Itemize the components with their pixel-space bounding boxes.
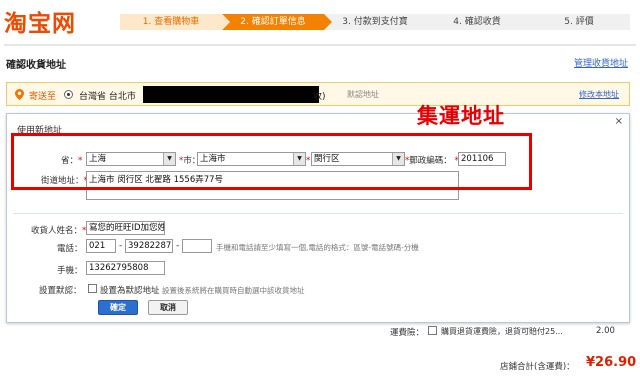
recipient-name-input[interactable]: 寫您的旺旺ID加您姓名 — [86, 221, 165, 235]
current-address-bar[interactable]: 寄送至 台灣省 台北市 收) 默認地址 修改本地址 — [6, 82, 630, 106]
step-pay-alipay: 3. 付款到支付寶 — [324, 14, 426, 30]
default-address-tag: 默認地址 — [347, 90, 379, 99]
step-label: 4. 確認收貨 — [453, 17, 501, 27]
ship-to-label: 寄送至 — [29, 92, 57, 102]
phone-format-hint: 手機和電話請至少填寫一個,電話的格式：區號-電話號碼-分機 — [216, 243, 419, 252]
step-label: 2. 確認訂單信息 — [240, 17, 306, 27]
address-radio[interactable] — [64, 90, 73, 99]
section-title: 確認收貨地址 — [6, 60, 66, 71]
freight-insurance-value: 2.00 — [596, 326, 615, 336]
freight-insurance-text: 購買退貨運費險，退貨可賠付25... — [441, 327, 563, 336]
step-label: 1. 查看購物車 — [142, 17, 200, 27]
highlight-box — [11, 133, 532, 190]
step-review: 5. 評價 — [528, 14, 630, 30]
consolidated-shipping-annotation: 集運地址 — [417, 104, 505, 128]
checkout-steps: 1. 查看購物車 2. 確認訂單信息 3. 付款到支付寶 4. 確認收貨 5. … — [120, 14, 630, 30]
shop-total-value: ¥26.90 — [586, 355, 637, 370]
step-label: 5. 評價 — [564, 17, 594, 27]
dialog-divider — [13, 213, 623, 214]
taobao-logo[interactable]: 淘宝网 — [4, 4, 76, 38]
phone-dash: - — [119, 241, 123, 251]
set-default-hint: 設置後系統將在購買時自動選中該收貨地址 — [162, 286, 305, 295]
set-default-checkbox-label: 設置為默認地址 — [100, 286, 160, 296]
manage-address-link[interactable]: 管理收貨地址 — [574, 56, 628, 69]
phone-area-code-input[interactable]: 021 — [86, 239, 116, 253]
address-recipient-tail: 收) — [313, 92, 326, 102]
phone-dash: - — [176, 241, 180, 251]
cancel-button[interactable]: 取消 — [148, 300, 188, 315]
redacted-block — [143, 86, 319, 103]
close-icon[interactable]: × — [615, 116, 623, 127]
recipient-name-label: 收貨人姓名：* — [31, 226, 87, 236]
phone-extension-input[interactable] — [182, 239, 212, 253]
set-default-checkbox[interactable] — [88, 284, 97, 293]
step-confirm-order: 2. 確認訂單信息 — [222, 14, 332, 30]
mobile-label: 手機： — [57, 266, 83, 276]
freight-insurance-checkbox[interactable] — [428, 326, 437, 335]
shop-total-label: 店鋪合計(含運費)： — [500, 362, 575, 372]
step-label: 3. 付款到支付寶 — [342, 17, 408, 27]
set-default-label: 設置默認： — [39, 286, 82, 296]
step-view-cart: 1. 查看購物車 — [120, 14, 230, 30]
phone-label: 電話： — [57, 244, 83, 254]
edit-address-link[interactable]: 修改本地址 — [579, 89, 619, 100]
mobile-input[interactable]: 13262795808 — [86, 261, 165, 275]
address-text: 台灣省 台北市 — [79, 92, 136, 102]
step-confirm-receipt: 4. 確認收貨 — [426, 14, 528, 30]
freight-insurance-label: 運費險： — [390, 328, 425, 338]
confirm-button[interactable]: 確定 — [98, 300, 138, 315]
header-divider — [4, 44, 636, 46]
new-address-dialog: 使用新地址 × 省：* 上海▼ *市： 上海市▼ *區： 閔行区▼ *郵政編碼：… — [6, 113, 630, 323]
recipient-name-label-text: 收貨人姓名： — [31, 226, 83, 236]
phone-number-input[interactable]: 39282287 — [125, 239, 173, 253]
map-pin-icon — [15, 89, 24, 100]
